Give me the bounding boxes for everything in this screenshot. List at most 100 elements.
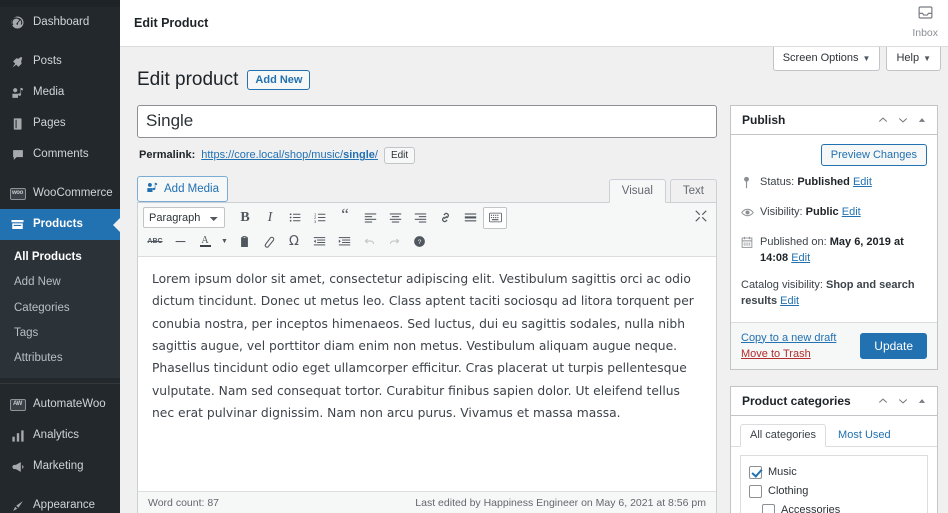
- permalink-slug: single: [343, 149, 375, 162]
- eye-icon: [741, 206, 754, 225]
- category-label: Music: [768, 466, 797, 479]
- screen-options-button[interactable]: Screen Options ▼: [772, 47, 881, 72]
- megaphone-icon: [9, 458, 26, 475]
- woocommerce-icon: woo: [9, 185, 26, 202]
- sidebar-subitem-categories[interactable]: Categories: [0, 296, 120, 321]
- categories-checklist[interactable]: Music Clothing Accessories: [740, 454, 928, 513]
- category-item-music[interactable]: Music: [749, 463, 919, 482]
- sidebar-subitem-tags[interactable]: Tags: [0, 321, 120, 346]
- italic-icon[interactable]: I: [258, 207, 282, 229]
- sidebar-item-label: Dashboard: [33, 16, 90, 29]
- redo-icon[interactable]: [382, 231, 406, 253]
- permalink-edit-button[interactable]: Edit: [383, 146, 416, 164]
- tab-all-categories[interactable]: All categories: [740, 423, 827, 447]
- tab-most-used[interactable]: Most Used: [828, 424, 901, 447]
- category-item-clothing[interactable]: Clothing: [749, 482, 919, 501]
- fullscreen-icon[interactable]: [694, 209, 708, 228]
- tab-visual[interactable]: Visual: [608, 178, 666, 203]
- submenu-label: Tags: [14, 326, 39, 339]
- categories-list-wrap: Music Clothing Accessories: [731, 447, 937, 513]
- sidebar-item-marketing[interactable]: Marketing: [0, 451, 120, 482]
- visibility-edit-link[interactable]: Edit: [842, 206, 861, 218]
- checkbox-music[interactable]: [749, 465, 762, 479]
- clear-formatting-icon[interactable]: [257, 231, 281, 253]
- text-color-chevron-down-icon[interactable]: ▼: [218, 231, 231, 253]
- editor-content-area[interactable]: Lorem ipsum dolor sit amet, consectetur …: [138, 256, 716, 491]
- categories-tabs: All categories Most Used: [731, 416, 937, 447]
- help-button[interactable]: Help ▼: [886, 47, 941, 72]
- increase-indent-icon[interactable]: [332, 231, 356, 253]
- special-character-icon[interactable]: Ω: [282, 231, 306, 253]
- sidebar-subitem-add-new[interactable]: Add New: [0, 270, 120, 295]
- inbox-button[interactable]: Inbox: [912, 4, 938, 39]
- sidebar-separator: [0, 38, 120, 46]
- sidebar-separator: [0, 170, 120, 178]
- add-media-button[interactable]: Add Media: [137, 175, 228, 202]
- chevron-up-icon[interactable]: [877, 395, 889, 407]
- chevron-down-icon[interactable]: [897, 395, 909, 407]
- checkbox-accessories[interactable]: [762, 503, 775, 513]
- sidebar-item-posts[interactable]: Posts: [0, 46, 120, 77]
- preview-changes-button[interactable]: Preview Changes: [820, 143, 927, 166]
- visibility-label: Visibility:: [760, 205, 803, 218]
- strikethrough-icon[interactable]: ABC: [143, 231, 167, 253]
- sidebar-item-label: Products: [33, 218, 83, 231]
- sidebar-subitem-attributes[interactable]: Attributes: [0, 346, 120, 371]
- sidebar-item-media[interactable]: Media: [0, 77, 120, 108]
- bold-icon[interactable]: B: [233, 207, 257, 229]
- sidebar-item-products[interactable]: Products: [0, 209, 120, 240]
- align-right-icon[interactable]: [408, 207, 432, 229]
- text-color-icon[interactable]: A: [193, 231, 217, 253]
- checkbox-clothing[interactable]: [749, 484, 762, 498]
- horizontal-rule-icon[interactable]: [168, 231, 192, 253]
- published-edit-link[interactable]: Edit: [791, 252, 810, 264]
- category-item-accessories[interactable]: Accessories: [749, 501, 919, 513]
- published-on-text: Published on: May 6, 2019 at 14:08 Edit: [760, 235, 927, 267]
- chevron-down-icon[interactable]: [897, 114, 909, 126]
- sidebar-item-pages[interactable]: Pages: [0, 108, 120, 139]
- permalink-link[interactable]: https://core.local/shop/music/single/: [201, 149, 378, 161]
- numbered-list-icon[interactable]: 123: [308, 207, 332, 229]
- chevron-up-icon[interactable]: [877, 114, 889, 126]
- decrease-indent-icon[interactable]: [307, 231, 331, 253]
- status-edit-link[interactable]: Edit: [853, 176, 872, 188]
- add-media-label: Add Media: [164, 182, 219, 195]
- read-more-icon[interactable]: [458, 207, 482, 229]
- sidebar-item-dashboard[interactable]: Dashboard: [0, 7, 120, 38]
- toggle-panel-icon[interactable]: [917, 396, 927, 406]
- align-left-icon[interactable]: [358, 207, 382, 229]
- sidebar-item-woocommerce[interactable]: woo WooCommerce: [0, 178, 120, 209]
- sidebar-subitem-all-products[interactable]: All Products: [0, 245, 120, 270]
- toggle-toolbar-icon[interactable]: [483, 206, 507, 229]
- categories-postbox-header: Product categories: [731, 387, 937, 416]
- sidebar-item-appearance[interactable]: Appearance: [0, 490, 120, 513]
- sidebar-item-label: Analytics: [33, 429, 80, 442]
- sidebar-item-comments[interactable]: Comments: [0, 139, 120, 170]
- product-title-input[interactable]: [137, 104, 717, 138]
- breadcrumb: Edit Product: [134, 16, 209, 30]
- update-button[interactable]: Update: [860, 332, 927, 359]
- page-title: Edit product: [137, 69, 239, 90]
- submenu-label: Attributes: [14, 352, 63, 364]
- page-icon: [9, 115, 26, 132]
- sidebar-item-automatewoo[interactable]: AW AutomateWoo: [0, 389, 120, 420]
- catalog-edit-link[interactable]: Edit: [780, 295, 799, 307]
- align-center-icon[interactable]: [383, 207, 407, 229]
- tab-text[interactable]: Text: [669, 178, 717, 202]
- add-new-button[interactable]: Add New: [247, 70, 311, 91]
- toggle-panel-icon[interactable]: [917, 115, 927, 125]
- sidebar-item-analytics[interactable]: Analytics: [0, 420, 120, 451]
- catalog-visibility-row: Catalog visibility: Shop and search resu…: [741, 277, 927, 310]
- sidebar-divider: [0, 383, 120, 385]
- link-icon[interactable]: [433, 207, 457, 229]
- paste-as-text-icon[interactable]: [232, 231, 256, 253]
- undo-icon[interactable]: [357, 231, 381, 253]
- page-wrap: Edit product Add New Permalink: https://…: [120, 47, 948, 513]
- bulleted-list-icon[interactable]: [283, 207, 307, 229]
- paragraph-format-select[interactable]: Paragraph: [143, 207, 225, 229]
- submenu-label: Add New: [14, 276, 61, 289]
- move-to-trash-link[interactable]: Move to Trash: [741, 348, 836, 360]
- blockquote-icon[interactable]: “: [333, 206, 357, 229]
- keyboard-shortcuts-icon[interactable]: ?: [407, 231, 431, 253]
- copy-to-new-draft-link[interactable]: Copy to a new draft: [741, 332, 836, 344]
